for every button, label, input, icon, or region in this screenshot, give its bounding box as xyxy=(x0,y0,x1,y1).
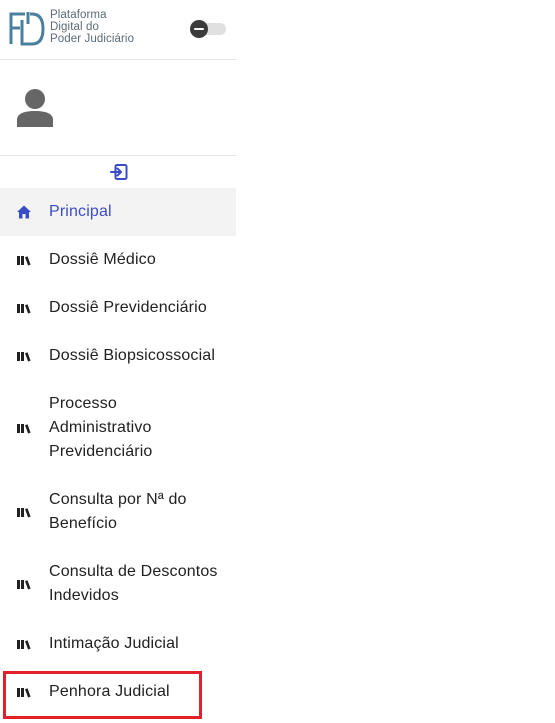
minus-icon xyxy=(190,20,208,38)
main-nav: Principal Dossiê Médico Dossiê Previdenc… xyxy=(0,188,236,716)
user-area xyxy=(0,61,236,156)
brand-line-1: Plataforma xyxy=(50,9,107,21)
books-icon xyxy=(17,508,31,518)
books-icon xyxy=(17,352,31,362)
books-icon xyxy=(17,424,31,434)
nav-item-label: Consulta por Nª do Benefício xyxy=(49,491,187,532)
sign-in-icon[interactable] xyxy=(110,163,128,181)
nav-item-label: Penhora Judicial xyxy=(49,683,170,700)
nav-item-label: Dossiê Previdenciário xyxy=(49,299,207,316)
brand-header: Plataforma Digital do Poder Judiciário xyxy=(0,0,236,60)
nav-item-label: Consulta de Descontos Indevidos xyxy=(49,563,218,604)
theme-toggle[interactable] xyxy=(190,20,226,38)
home-icon xyxy=(17,205,31,219)
nav-item-label: Dossiê Médico xyxy=(49,251,156,268)
logo-icon xyxy=(9,12,45,46)
books-icon xyxy=(17,640,31,650)
brand-line-2: Digital do xyxy=(50,21,99,33)
nav-item-consulta-beneficio[interactable]: Consulta por Nª do Benefício xyxy=(0,476,236,548)
sidebar: Plataforma Digital do Poder Judiciário P… xyxy=(0,0,236,723)
nav-item-processo-administrativo[interactable]: Processo Administrativo Previdenciário xyxy=(0,380,236,476)
user-avatar-icon[interactable] xyxy=(15,87,55,127)
nav-item-consulta-descontos[interactable]: Consulta de Descontos Indevidos xyxy=(0,548,236,620)
brand-name: Plataforma Digital do Poder Judiciário xyxy=(50,9,150,45)
nav-item-label: Principal xyxy=(49,203,112,220)
nav-item-penhora-judicial[interactable]: Penhora Judicial xyxy=(0,668,236,716)
nav-item-dossie-medico[interactable]: Dossiê Médico xyxy=(0,236,236,284)
books-icon xyxy=(17,304,31,314)
brand-line-3: Poder Judiciário xyxy=(50,33,135,45)
books-icon xyxy=(17,580,31,590)
books-icon xyxy=(17,688,31,698)
nav-item-label: Processo Administrativo Previdenciário xyxy=(49,395,153,460)
nav-item-principal[interactable]: Principal xyxy=(0,188,236,236)
books-icon xyxy=(17,256,31,266)
nav-item-dossie-biopsicossocial[interactable]: Dossiê Biopsicossocial xyxy=(0,332,236,380)
nav-item-label: Dossiê Biopsicossocial xyxy=(49,347,216,364)
nav-item-intimacao-judicial[interactable]: Intimação Judicial xyxy=(0,620,236,668)
nav-item-dossie-previdenciario[interactable]: Dossiê Previdenciário xyxy=(0,284,236,332)
nav-item-label: Intimação Judicial xyxy=(49,635,179,652)
